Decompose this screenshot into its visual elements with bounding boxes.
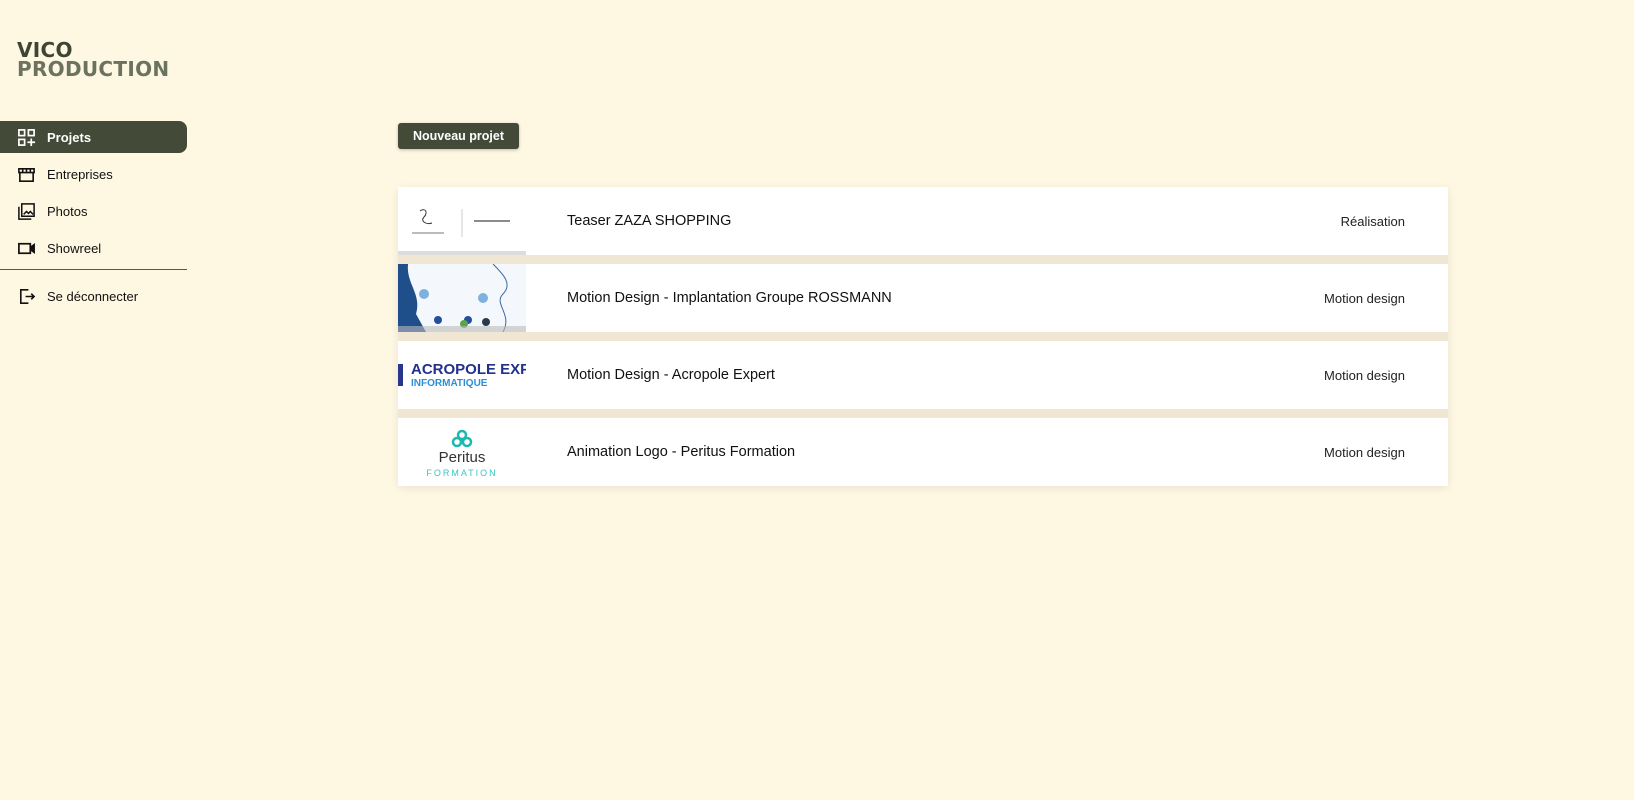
project-category: Réalisation	[1340, 213, 1405, 229]
acropole-logo-text: ACROPOLE EXPE	[411, 361, 526, 378]
project-list: Teaser ZAZA SHOPPING Réalisation Motion …	[398, 187, 1448, 486]
project-row[interactable]: ACROPOLE EXPE INFORMATIQUE Motion Design…	[398, 341, 1448, 409]
project-category: Motion design	[1324, 367, 1405, 383]
peritus-logo-subtext: FORMATION	[426, 468, 498, 478]
project-thumbnail: ACROPOLE EXPE INFORMATIQUE	[398, 341, 526, 409]
logout-label: Se déconnecter	[47, 288, 139, 304]
project-category: Motion design	[1324, 444, 1405, 460]
project-row[interactable]: Motion Design - Implantation Groupe ROSS…	[398, 264, 1448, 332]
sidebar-item-entreprises[interactable]: Entreprises	[0, 158, 187, 190]
new-project-button[interactable]: Nouveau projet	[398, 123, 519, 149]
project-thumbnail: Peritus FORMATION	[398, 418, 526, 486]
project-title: Animation Logo - Peritus Formation	[567, 444, 796, 460]
logout-button[interactable]: Se déconnecter	[0, 280, 187, 312]
video-camera-icon	[18, 242, 35, 254]
zaza-logo-image	[398, 209, 526, 255]
logo-line2: PRODUCTION	[17, 57, 170, 81]
sidebar-item-label: Entreprises	[47, 166, 113, 182]
map-image	[398, 264, 526, 332]
sidebar: Projets Entreprises Photos Showreel Se d…	[0, 121, 187, 317]
logout-icon	[19, 288, 36, 304]
project-row[interactable]: Peritus FORMATION Animation Logo - Perit…	[398, 418, 1448, 486]
project-thumbnail	[398, 187, 526, 255]
project-title: Motion Design - Acropole Expert	[567, 367, 775, 383]
photos-icon	[18, 202, 35, 220]
store-icon	[18, 167, 35, 182]
logo: VICO PRODUCTION	[17, 40, 170, 81]
sidebar-item-label: Showreel	[47, 240, 102, 256]
sidebar-item-showreel[interactable]: Showreel	[0, 232, 187, 264]
project-title: Teaser ZAZA SHOPPING	[567, 213, 732, 229]
grid-plus-icon	[18, 128, 36, 146]
project-title: Motion Design - Implantation Groupe ROSS…	[567, 290, 892, 306]
sidebar-item-label: Photos	[47, 203, 88, 219]
sidebar-item-projets[interactable]: Projets	[0, 121, 187, 153]
project-row[interactable]: Teaser ZAZA SHOPPING Réalisation	[398, 187, 1448, 255]
acropole-logo-subtext: INFORMATIQUE	[411, 378, 488, 389]
project-thumbnail	[398, 264, 526, 332]
project-category: Motion design	[1324, 290, 1405, 306]
sidebar-item-photos[interactable]: Photos	[0, 195, 187, 227]
peritus-logo-text: Peritus	[438, 449, 486, 466]
sidebar-divider	[0, 269, 187, 270]
sidebar-item-label: Projets	[47, 129, 92, 145]
